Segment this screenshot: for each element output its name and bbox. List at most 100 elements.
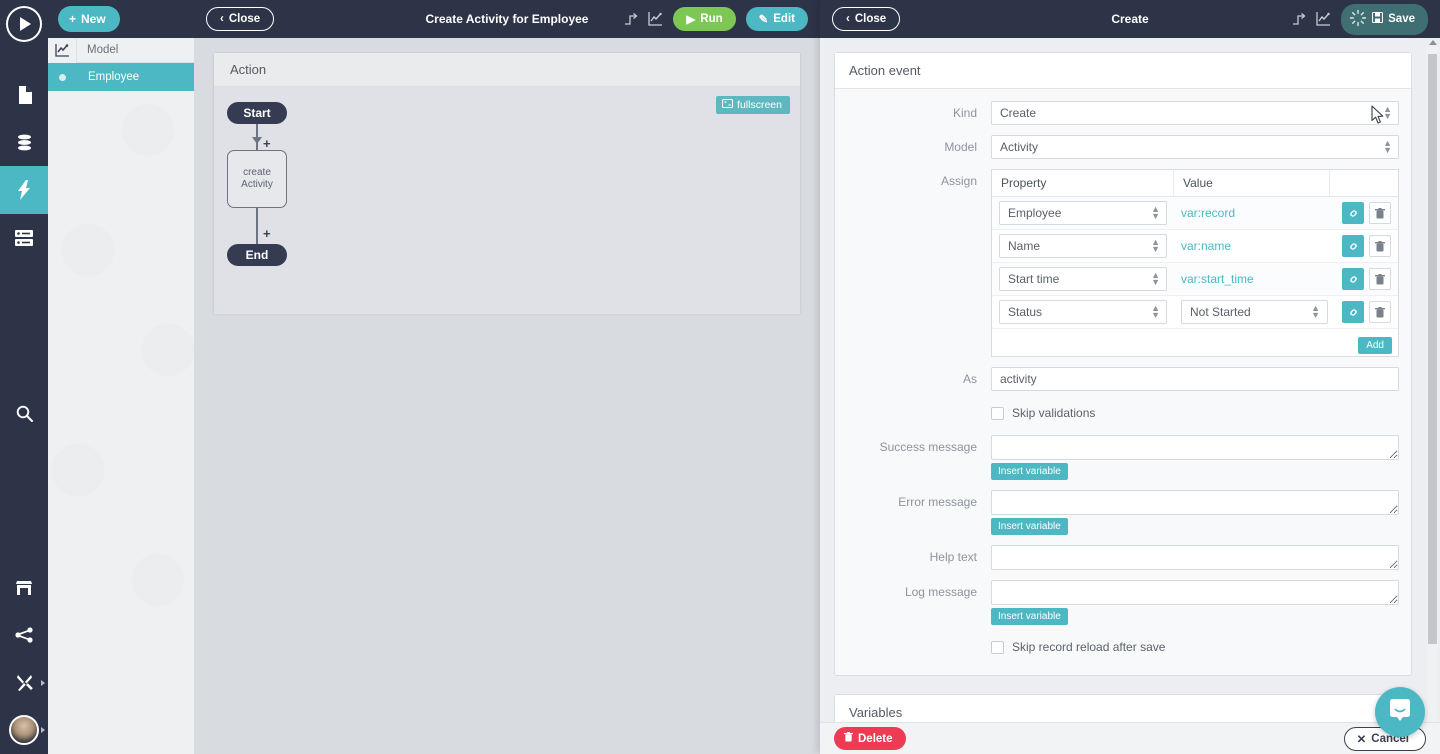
link-icon[interactable] — [1342, 202, 1364, 224]
avatar — [9, 715, 39, 746]
run-button[interactable]: ▶ Run — [673, 7, 736, 31]
save-button[interactable]: Save — [1341, 3, 1428, 35]
flow-node-end-label: End — [245, 248, 269, 262]
trash-icon — [844, 732, 853, 745]
link-icon[interactable] — [1342, 301, 1364, 323]
run-button-label: Run — [700, 13, 723, 25]
field-kind-label: Kind — [952, 106, 977, 120]
field-error-message-label: Error message — [898, 495, 977, 509]
delete-button[interactable]: Delete — [834, 727, 906, 750]
field-assign: Assign Property Value Employee ▲ ▼ var:r… — [847, 169, 1399, 357]
play-icon: ▶ — [686, 14, 696, 26]
sidebar-item-documents[interactable] — [0, 71, 48, 118]
assign-col-actions — [1330, 170, 1398, 196]
assign-value-variable[interactable]: var:name — [1181, 239, 1231, 253]
link-icon[interactable] — [1342, 235, 1364, 257]
sidebar-item-share[interactable] — [0, 612, 48, 659]
user-avatar-item[interactable] — [0, 706, 48, 753]
trash-icon[interactable] — [1369, 235, 1391, 257]
as-input[interactable] — [991, 367, 1399, 391]
assign-property-select[interactable] — [999, 300, 1167, 324]
branch-icon[interactable] — [624, 12, 638, 26]
skip-validations-label: Skip validations — [1012, 406, 1096, 420]
assign-table: Property Value ▲▼ — [991, 169, 1399, 357]
chevron-up-icon[interactable] — [1429, 40, 1437, 45]
create-panel-body: Action event Kind ▲▼ Model — [820, 38, 1440, 754]
fullscreen-button[interactable]: fullscreen — [716, 96, 790, 114]
sidebar-item-marketplace[interactable] — [0, 564, 48, 611]
field-as-label: As — [962, 372, 977, 386]
status-dot-icon — [59, 73, 66, 81]
new-button[interactable]: + New — [58, 6, 120, 32]
field-model: Model ▲▼ — [847, 135, 1399, 159]
flow-add-step-top[interactable]: + — [263, 136, 271, 151]
model-list-header: Model — [48, 37, 194, 63]
chat-icon — [1387, 697, 1413, 728]
trash-icon[interactable] — [1369, 268, 1391, 290]
add-assign-button[interactable]: Add — [1358, 337, 1392, 354]
model-select[interactable] — [991, 135, 1399, 159]
field-help-text: Help text — [847, 545, 1399, 570]
link-icon[interactable] — [1342, 268, 1364, 290]
scrollbar-track[interactable] — [1427, 40, 1438, 734]
assign-property-select[interactable] — [999, 267, 1167, 291]
flow-add-step-bottom[interactable]: + — [263, 226, 271, 241]
log-insert-variable-button[interactable]: Insert variable — [991, 608, 1068, 625]
tools-icon — [16, 674, 33, 692]
chart-icon[interactable] — [1316, 12, 1331, 26]
scrollbar-thumb[interactable] — [1428, 54, 1437, 644]
field-assign-label: Assign — [940, 174, 977, 188]
flow-node-create-activity[interactable]: create Activity — [227, 150, 287, 208]
assign-value-variable[interactable]: var:start_time — [1181, 272, 1254, 286]
log-message-textarea[interactable] — [991, 580, 1399, 605]
error-message-textarea[interactable] — [991, 490, 1399, 515]
error-insert-variable-button[interactable]: Insert variable — [991, 518, 1068, 535]
create-close-button[interactable]: ‹ Close — [832, 7, 901, 31]
assign-property-select[interactable] — [999, 201, 1167, 225]
database-icon — [16, 134, 33, 151]
field-skip-validations: Skip validations — [847, 401, 1399, 425]
sidebar-item-employee[interactable]: Employee — [48, 63, 194, 91]
sidebar-item-search[interactable] — [0, 390, 48, 437]
fullscreen-icon — [722, 99, 734, 111]
pencil-icon: ✎ — [758, 14, 769, 26]
sidebar-item-tools[interactable] — [0, 659, 48, 706]
assign-property-select[interactable] — [999, 234, 1167, 258]
sidebar-item-actions[interactable] — [0, 166, 48, 214]
spinner-icon — [1349, 9, 1367, 30]
new-button-label: New — [81, 12, 106, 26]
action-flow-canvas[interactable]: fullscreen Start + create Activity + End — [214, 87, 800, 314]
kind-select[interactable] — [991, 101, 1399, 125]
chat-launcher-button[interactable] — [1375, 687, 1425, 737]
save-button-label: Save — [1388, 13, 1415, 25]
assign-value-variable[interactable]: var:record — [1181, 206, 1235, 220]
create-panel-scroll-area[interactable]: Action event Kind ▲▼ Model — [820, 38, 1426, 754]
skip-validations-checkbox[interactable] — [991, 406, 1004, 420]
create-panel: ‹ Close Create Save Action event Kind Cr… — [820, 0, 1440, 754]
store-icon — [15, 580, 33, 596]
icon-rail — [0, 0, 48, 754]
create-panel-scrollbar[interactable] — [1427, 40, 1438, 734]
success-message-textarea[interactable] — [991, 435, 1399, 460]
fullscreen-label: fullscreen — [737, 99, 782, 111]
flow-node-start-label: Start — [243, 106, 271, 120]
close-icon: ✕ — [1356, 733, 1367, 746]
assign-value-select[interactable] — [1181, 300, 1328, 324]
branch-icon[interactable] — [1292, 12, 1306, 26]
play-circle-icon[interactable] — [6, 6, 42, 42]
share-icon — [15, 627, 33, 643]
success-insert-variable-button[interactable]: Insert variable — [991, 463, 1068, 480]
plus-icon: + — [263, 226, 271, 241]
sidebar-item-views[interactable] — [0, 214, 48, 261]
flow-node-start[interactable]: Start — [227, 102, 287, 124]
sidebar-item-data[interactable] — [0, 119, 48, 166]
chart-icon[interactable] — [648, 12, 663, 26]
chart-icon[interactable] — [48, 37, 77, 63]
action-close-button[interactable]: ‹ Close — [206, 7, 275, 31]
skip-record-reload-checkbox[interactable] — [991, 640, 1004, 654]
help-text-textarea[interactable] — [991, 545, 1399, 570]
trash-icon[interactable] — [1369, 202, 1391, 224]
edit-button[interactable]: ✎ Edit — [745, 7, 808, 31]
trash-icon[interactable] — [1369, 301, 1391, 323]
flow-node-end[interactable]: End — [227, 244, 287, 266]
